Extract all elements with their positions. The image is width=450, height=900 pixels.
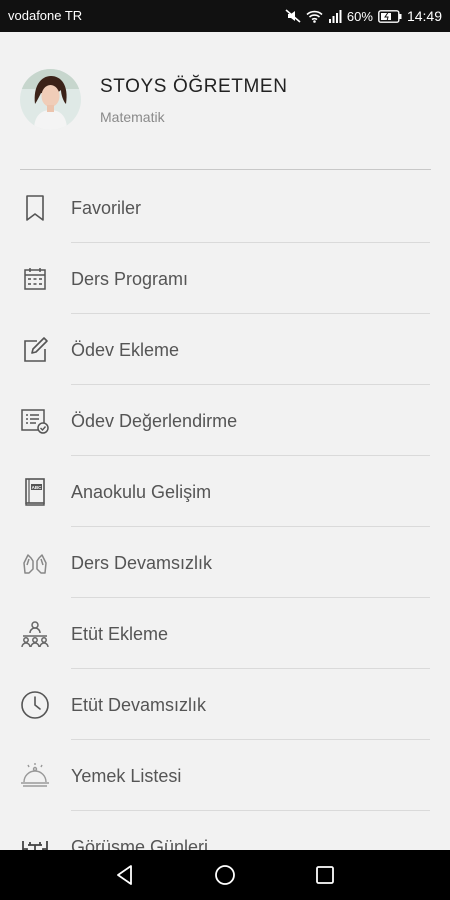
back-button[interactable] [113, 863, 137, 887]
group-icon [19, 618, 51, 650]
menu-item-odev-degerlendirme[interactable]: Ödev Değerlendirme [0, 385, 450, 456]
profile-header: STOYS ÖĞRETMEN Matematik [0, 32, 450, 170]
food-tray-icon [19, 760, 51, 792]
bookmark-icon [19, 192, 51, 224]
status-icons: 60% 14:49 [285, 8, 442, 24]
meeting-table-icon [19, 831, 51, 850]
clock-icon [19, 689, 51, 721]
menu-item-etut-ekleme[interactable]: Etüt Ekleme [0, 598, 450, 669]
menu-item-ders-programi[interactable]: Ders Programı [0, 243, 450, 314]
menu-item-label: Yemek Listesi [71, 766, 182, 786]
menu-item-yemek-listesi[interactable]: Yemek Listesi [0, 740, 450, 811]
battery-icon [378, 9, 402, 23]
menu-item-ders-devamsizlik[interactable]: Ders Devamsızlık [0, 527, 450, 598]
raised-hands-icon [19, 547, 51, 579]
menu-item-etut-devamsizlik[interactable]: Etüt Devamsızlık [0, 669, 450, 740]
battery-percent: 60% [346, 8, 373, 24]
home-button[interactable] [213, 863, 237, 887]
navigation-drawer: STOYS ÖĞRETMEN Matematik Favoriler Ders … [0, 32, 450, 850]
carrier-name: vodafone TR [8, 8, 83, 23]
profile-divider [20, 169, 431, 170]
abc-book-icon: ABC [19, 476, 51, 508]
menu-item-gorusme-gunleri[interactable]: Görüşme Günleri [0, 811, 450, 850]
menu-item-favoriler[interactable]: Favoriler [0, 172, 450, 243]
menu-item-label: Favoriler [71, 198, 142, 218]
menu-item-anaokulu-gelisim[interactable]: ABC Anaokulu Gelişim [0, 456, 450, 527]
menu-item-label: Etüt Ekleme [71, 624, 169, 644]
edit-icon [19, 334, 51, 366]
calendar-icon [19, 263, 51, 295]
menu-item-label: Ödev Değerlendirme [71, 411, 238, 431]
profile-subject: Matematik [100, 109, 165, 125]
drawer-menu: Favoriler Ders Programı Ödev Ekleme Ödev… [0, 172, 450, 850]
menu-item-label: Ders Devamsızlık [71, 553, 213, 573]
profile-name: STOYS ÖĞRETMEN [100, 76, 288, 97]
system-navigation-bar [0, 850, 450, 900]
signal-icon [328, 9, 342, 23]
svg-text:ABC: ABC [32, 485, 42, 490]
menu-item-label: Ders Programı [71, 269, 189, 289]
mute-icon [285, 9, 301, 23]
menu-item-label: Görüşme Günleri [71, 837, 209, 850]
recents-button[interactable] [313, 863, 337, 887]
menu-item-label: Etüt Devamsızlık [71, 695, 207, 715]
wifi-icon [306, 10, 323, 23]
menu-item-odev-ekleme[interactable]: Ödev Ekleme [0, 314, 450, 385]
menu-item-label: Anaokulu Gelişim [71, 482, 212, 502]
checklist-icon [19, 405, 51, 437]
menu-item-label: Ödev Ekleme [71, 340, 180, 360]
status-bar: vodafone TR 60% 14:49 [0, 0, 450, 32]
clock-time: 14:49 [406, 8, 442, 24]
avatar[interactable] [20, 69, 81, 130]
